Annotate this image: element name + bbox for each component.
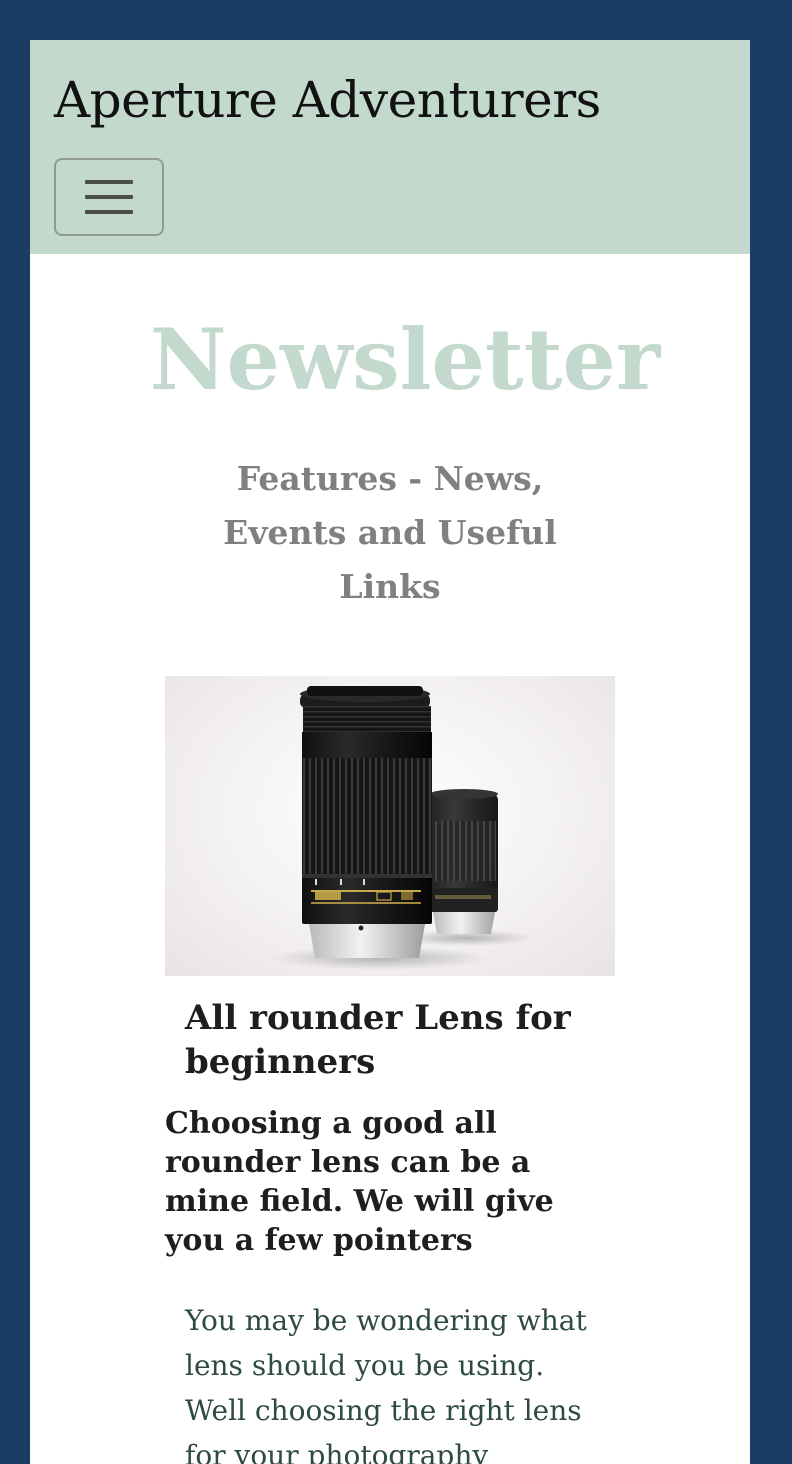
page-container: Aperture Adventurers Newsletter Features… (30, 40, 750, 1464)
article-lead: Choosing a good all rounder lens can be … (165, 1106, 554, 1258)
page-subtitle: Features - News, Events and Useful Links (223, 459, 557, 606)
camera-lens-illustration (270, 686, 535, 970)
page-title: Newsletter (149, 310, 661, 409)
site-brand[interactable]: Aperture Adventurers (54, 70, 601, 130)
article-title[interactable]: All rounder Lens for beginners (185, 996, 585, 1084)
hamburger-icon (85, 180, 133, 214)
article-body: You may be wondering what lens should yo… (185, 1304, 587, 1464)
menu-toggle-button[interactable] (54, 158, 164, 236)
lens-photo (165, 676, 615, 976)
article-card: All rounder Lens for beginners Choosing … (165, 676, 615, 1464)
navbar: Aperture Adventurers (30, 40, 750, 254)
